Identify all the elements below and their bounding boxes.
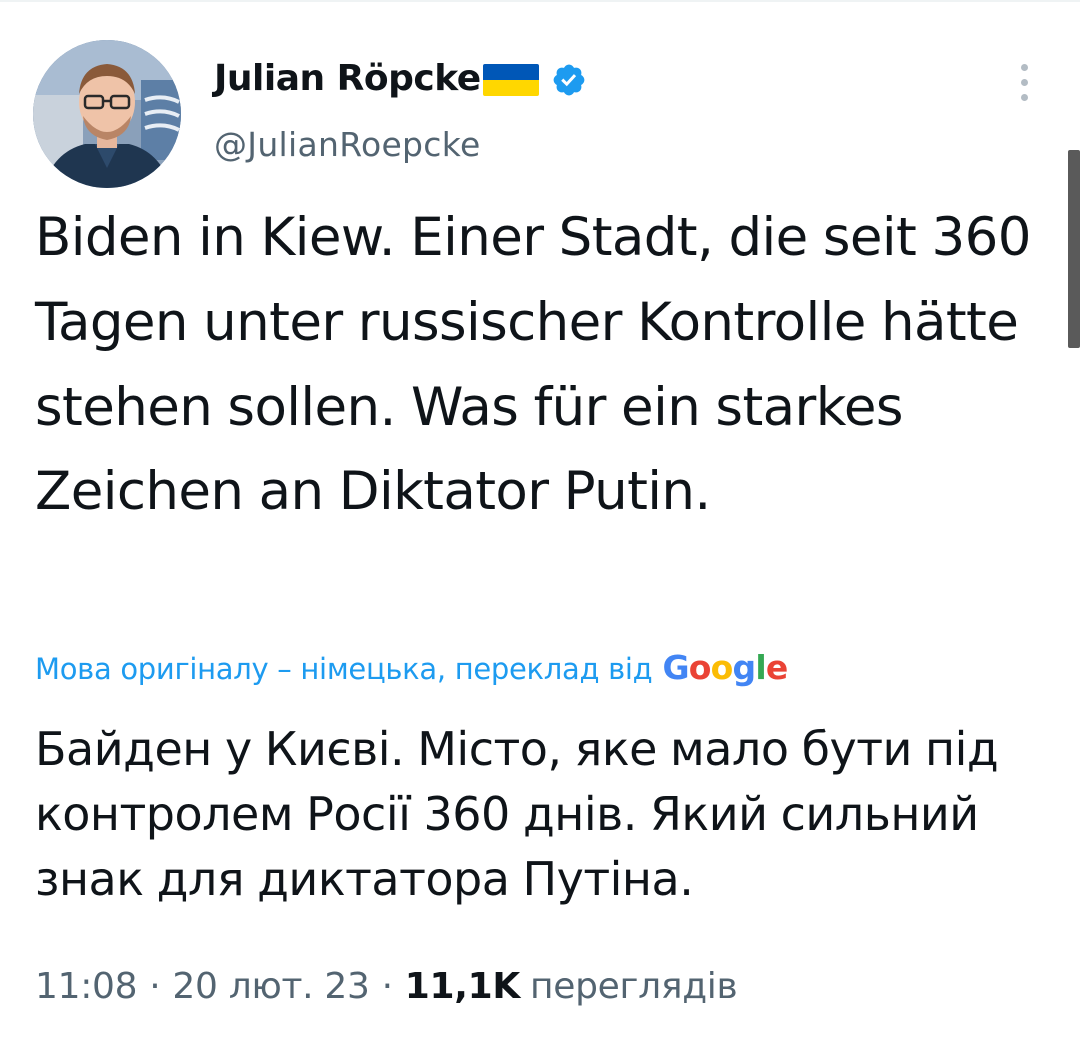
more-options-button[interactable] (1004, 58, 1044, 106)
translation-note-label[interactable]: Мова оригіналу – німецька, переклад від (35, 648, 653, 690)
more-dot-icon (1020, 63, 1028, 71)
more-dot-icon (1020, 93, 1028, 101)
avatar[interactable] (33, 40, 181, 188)
author-name-row[interactable]: Julian Röpcke (214, 57, 587, 101)
views-label: переглядів (530, 966, 738, 1007)
google-logo: Google (662, 648, 788, 687)
verified-badge-icon (551, 62, 587, 98)
tweet-date[interactable]: 20 лют. 23 (172, 964, 370, 1010)
views-count: 11,1K (404, 966, 521, 1007)
ukraine-flag-icon (482, 62, 539, 98)
scrollbar-thumb[interactable] (1068, 150, 1080, 348)
meta-separator: · (149, 966, 161, 1007)
tweet: Julian Röpcke @JulianRoepcke Biden in Ki… (0, 0, 1080, 1046)
author-name[interactable]: Julian Röpcke (214, 57, 481, 101)
avatar-photo (33, 40, 181, 188)
meta-separator: · (381, 966, 393, 1007)
author-handle[interactable]: @JulianRoepcke (214, 124, 481, 166)
tweet-text: Biden in Kiew. Einer Stadt, die seit 360… (35, 207, 1031, 523)
more-dot-icon (1020, 78, 1028, 86)
tweet-meta: 11:08 · 20 лют. 23 · 11,1K переглядів (35, 964, 738, 1010)
tweet-time[interactable]: 11:08 (35, 964, 138, 1010)
translated-text: Байден у Києві. Місто, яке мало бути під… (35, 722, 999, 906)
translation-note[interactable]: Мова оригіналу – німецька, переклад від … (35, 648, 788, 690)
